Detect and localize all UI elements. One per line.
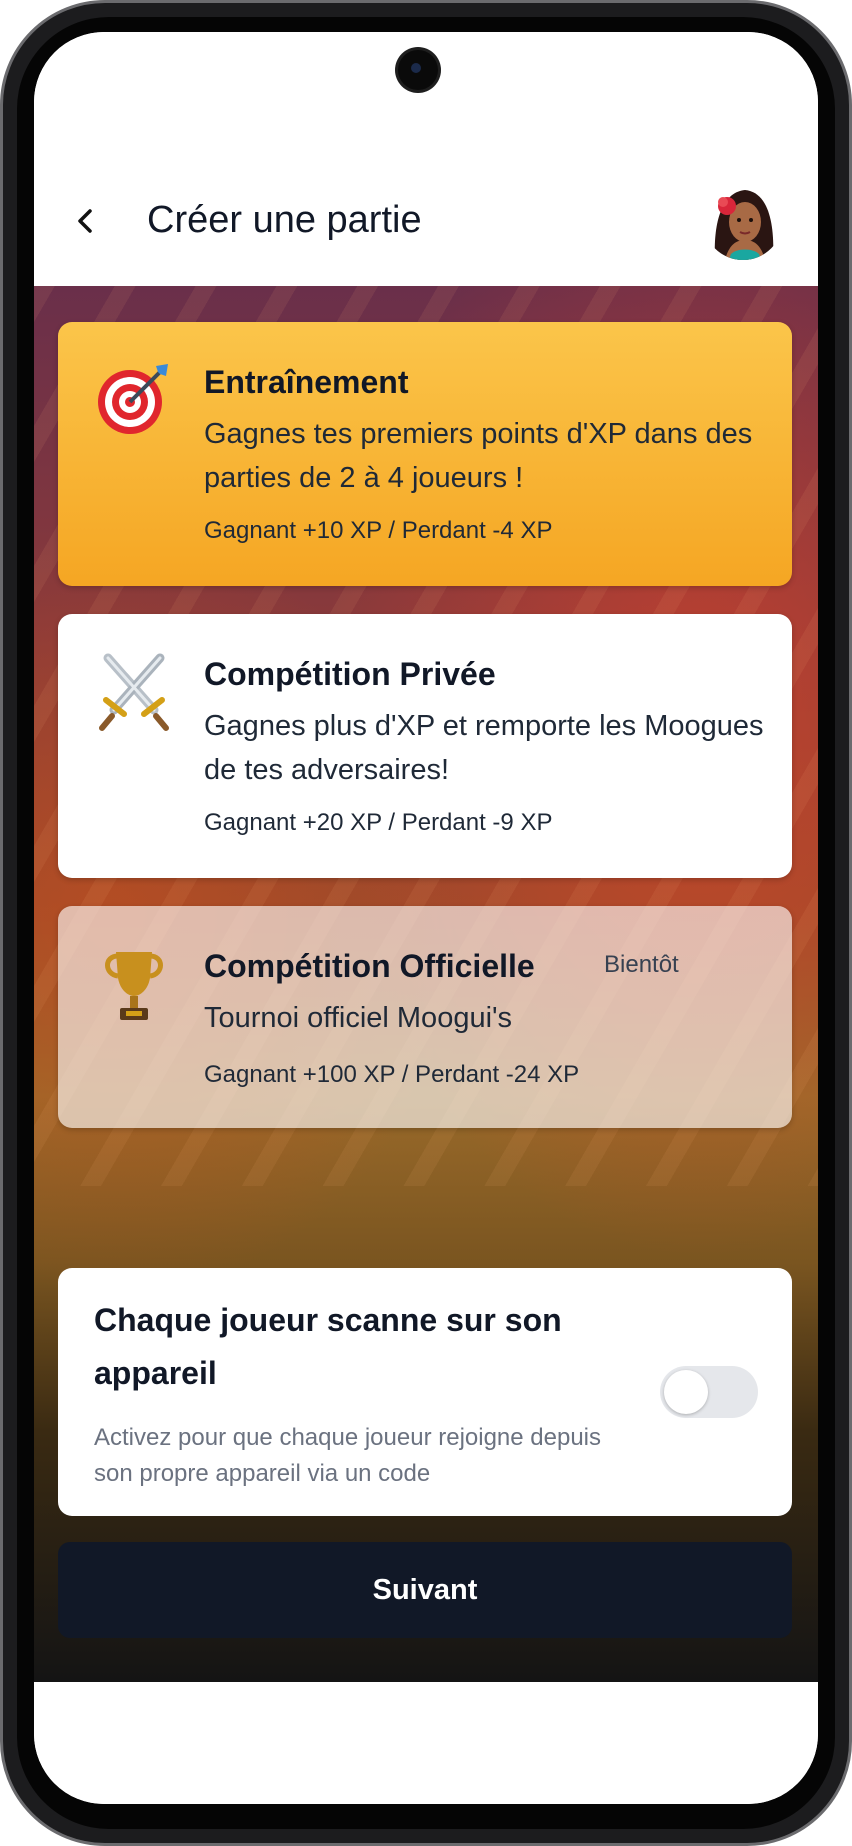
- chevron-left-icon: [78, 209, 92, 233]
- back-button[interactable]: [66, 196, 106, 246]
- mode-title: Compétition Privée: [204, 656, 496, 692]
- crossed-swords-icon: [94, 652, 174, 732]
- mode-title: Entraînement: [204, 364, 409, 400]
- scan-option-title: Chaque joueur scanne sur son appareil: [94, 1302, 562, 1391]
- mode-description: Gagnes tes premiers points d'XP dans des…: [204, 418, 753, 494]
- mode-card-competition-privee[interactable]: Compétition Privée Gagnes plus d'XP et r…: [58, 614, 792, 878]
- toggle-knob: [664, 1370, 708, 1414]
- scan-option-card: Chaque joueur scanne sur son appareil Ac…: [58, 1268, 792, 1516]
- mode-card-entrainement[interactable]: Entraînement Gagnes tes premiers points …: [58, 322, 792, 586]
- target-dart-icon: [94, 360, 174, 440]
- trophy-icon: [94, 944, 174, 1024]
- next-button[interactable]: Suivant: [58, 1542, 792, 1638]
- mode-description: Gagnes plus d'XP et remporte les Moogues…: [204, 710, 764, 786]
- scan-option-toggle[interactable]: [660, 1366, 758, 1418]
- app-screen: Créer une partie Entraînement Gagnes tes…: [34, 32, 818, 1804]
- mode-xp: Gagnant +10 XP / Perdant -4 XP: [204, 517, 553, 544]
- page-title: Créer une partie: [147, 199, 422, 241]
- bottom-sheet-area: [34, 1684, 818, 1804]
- mode-card-competition-officielle: Compétition Officielle Bientôt Tournoi o…: [58, 906, 792, 1128]
- mode-description: Tournoi officiel Moogui's: [204, 1002, 513, 1034]
- mode-xp: Gagnant +100 XP / Perdant -24 XP: [204, 1061, 580, 1088]
- front-camera: [398, 50, 438, 90]
- coming-soon-badge: Bientôt: [604, 951, 679, 978]
- scan-option-description: Activez pour que chaque joueur rejoigne …: [94, 1424, 602, 1487]
- mode-xp: Gagnant +20 XP / Perdant -9 XP: [204, 809, 553, 836]
- user-avatar-icon: [703, 180, 783, 260]
- avatar[interactable]: [703, 180, 783, 260]
- mode-title: Compétition Officielle: [204, 948, 535, 984]
